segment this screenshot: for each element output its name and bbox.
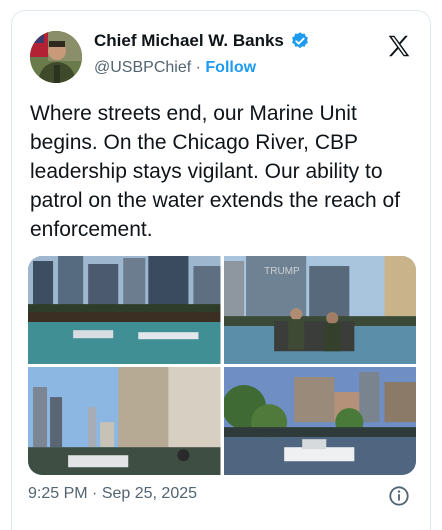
- photo-skyline-patrol[interactable]: [28, 367, 221, 475]
- meta-separator: ·: [92, 485, 98, 502]
- building-sign-text: TRUMP: [264, 266, 300, 277]
- tweet-time[interactable]: 9:25 PM: [28, 485, 88, 502]
- media-grid: TRUMP: [28, 256, 416, 475]
- photo-patrol-boat[interactable]: [223, 367, 416, 475]
- x-logo-icon[interactable]: [386, 33, 412, 59]
- photo-river-bridge[interactable]: [28, 256, 221, 365]
- author-name[interactable]: Chief Michael W. Banks: [94, 31, 284, 51]
- handle-row: @USBPChief · Follow: [94, 59, 256, 77]
- tweet-card: Chief Michael W. Banks @USBPChief · Foll…: [11, 10, 431, 530]
- verified-badge-icon: [291, 32, 308, 49]
- separator-dot: ·: [195, 59, 201, 76]
- author-handle[interactable]: @USBPChief: [94, 59, 191, 76]
- tweet-meta: 9:25 PM · Sep 25, 2025: [28, 485, 197, 503]
- tweet-text: Where streets end, our Marine Unit begin…: [30, 102, 401, 241]
- photo-boat-officers[interactable]: TRUMP: [223, 256, 416, 365]
- info-icon[interactable]: [388, 485, 410, 507]
- avatar[interactable]: [30, 31, 82, 83]
- follow-button[interactable]: Follow: [205, 59, 256, 76]
- tweet-date[interactable]: Sep 25, 2025: [102, 485, 197, 502]
